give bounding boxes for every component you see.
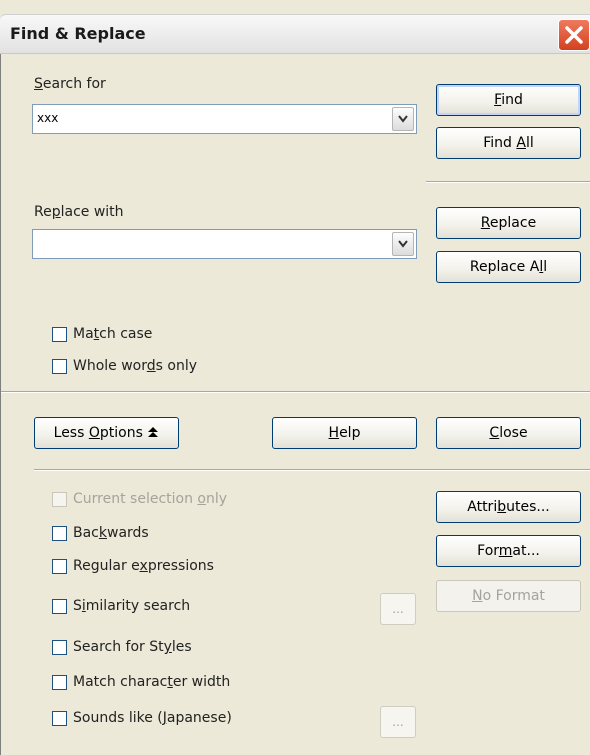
separator: [1, 391, 590, 393]
similarity-settings-button[interactable]: ...: [380, 593, 416, 625]
similarity-search-checkbox[interactable]: [52, 599, 67, 614]
backwards-checkbox[interactable]: [52, 526, 67, 541]
match-case-label: Match case: [73, 326, 153, 342]
separator: [34, 469, 590, 471]
match-character-width-label: Match character width: [73, 674, 231, 690]
dialog-title: Find & Replace: [10, 24, 146, 43]
search-for-label: Search for: [34, 76, 106, 92]
replace-button[interactable]: Replace: [436, 207, 581, 239]
whole-words-checkbox[interactable]: [52, 359, 67, 374]
separator: [426, 181, 590, 183]
match-character-width-checkbox[interactable]: [52, 675, 67, 690]
similarity-search-label: Similarity search: [73, 598, 191, 614]
no-format-button[interactable]: No Format: [436, 580, 581, 612]
attributes-button[interactable]: Attributes...: [436, 491, 581, 523]
collapse-arrows-icon: [148, 427, 159, 437]
replace-with-label: Replace with: [34, 204, 124, 220]
find-all-button[interactable]: Find All: [436, 127, 581, 159]
search-for-styles-label: Search for Styles: [73, 639, 192, 655]
whole-words-label: Whole words only: [73, 358, 198, 374]
close-button[interactable]: Close: [436, 417, 581, 449]
search-for-styles-checkbox[interactable]: [52, 640, 67, 655]
close-icon: [565, 26, 583, 44]
find-button[interactable]: Find: [436, 84, 581, 116]
sounds-like-settings-button[interactable]: ...: [380, 706, 416, 738]
replace-all-button[interactable]: Replace All: [436, 251, 581, 283]
match-case-checkbox[interactable]: [52, 327, 67, 342]
sounds-like-checkbox[interactable]: [52, 711, 67, 726]
regular-expressions-checkbox[interactable]: [52, 559, 67, 574]
search-for-combobox[interactable]: xxx: [32, 104, 417, 134]
title-bar: Find & Replace: [0, 14, 590, 54]
less-options-button[interactable]: Less Options: [34, 417, 179, 449]
close-window-button[interactable]: [558, 19, 590, 51]
format-button[interactable]: Format...: [436, 535, 581, 567]
search-dropdown-button[interactable]: [392, 107, 414, 131]
current-selection-checkbox[interactable]: [52, 492, 67, 507]
chevron-down-icon: [398, 240, 408, 248]
sounds-like-label: Sounds like (Japanese): [73, 710, 232, 726]
find-replace-dialog: Find & Replace Search for xxx Find Find …: [0, 0, 590, 755]
replace-with-combobox[interactable]: [32, 229, 417, 259]
replace-dropdown-button[interactable]: [392, 232, 414, 256]
chevron-down-icon: [398, 115, 408, 123]
dialog-body: Search for xxx Find Find All Replace wit…: [0, 54, 590, 755]
help-button[interactable]: Help: [272, 417, 417, 449]
search-for-value: xxx: [37, 111, 59, 125]
backwards-label: Backwards: [73, 525, 149, 541]
regular-expressions-label: Regular expressions: [73, 558, 214, 574]
current-selection-label: Current selection only: [73, 491, 228, 507]
